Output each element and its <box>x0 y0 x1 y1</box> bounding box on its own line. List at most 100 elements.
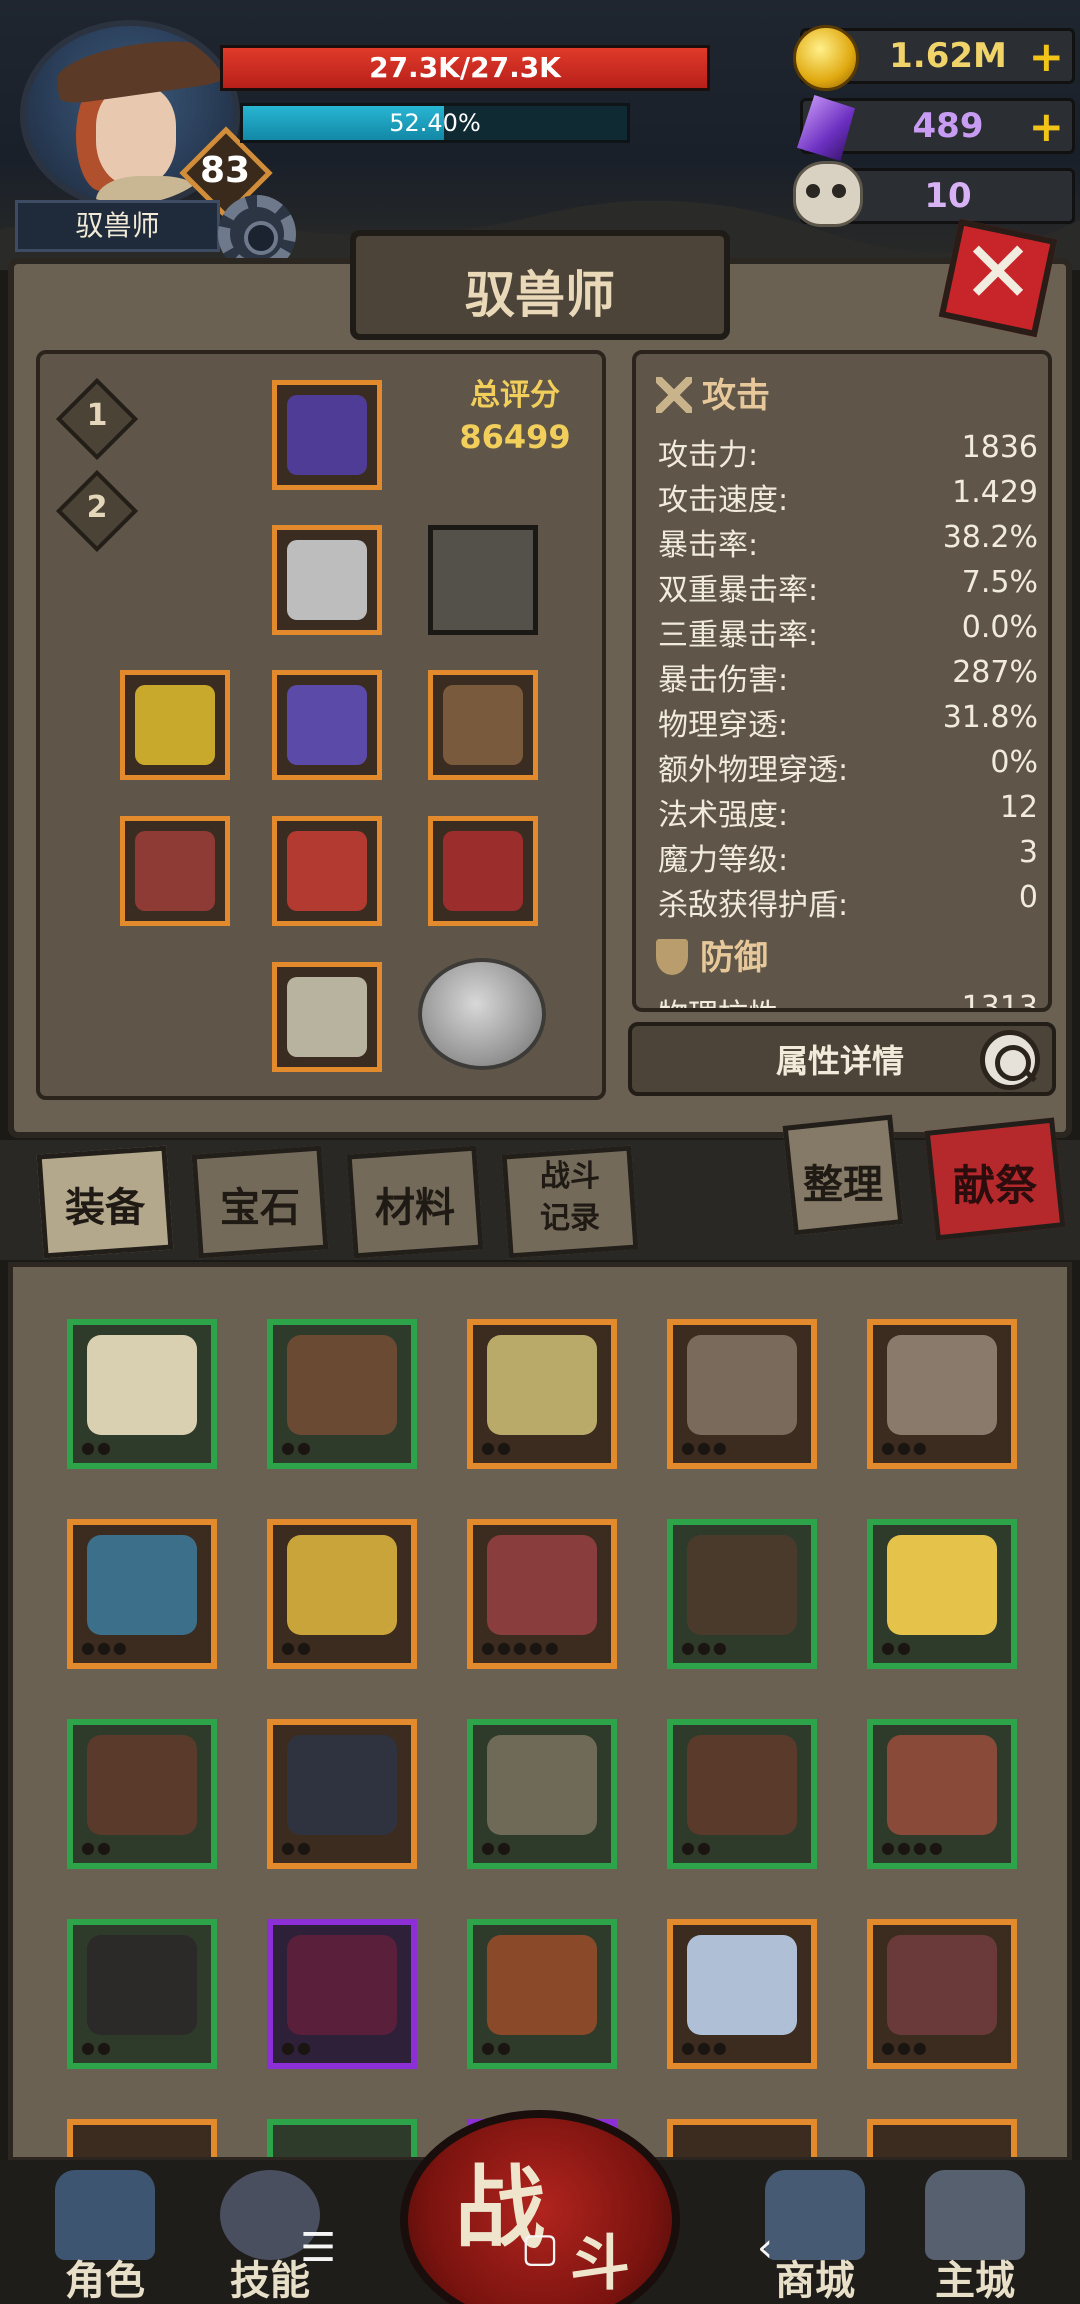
inventory-item[interactable]: ●● <box>267 1719 417 1869</box>
belt-icon <box>287 685 367 765</box>
equip-slot-boots[interactable] <box>272 962 382 1072</box>
stat-label: 双重暴击率: <box>658 573 819 608</box>
stat-value: 38.2% <box>942 520 1038 555</box>
inventory-item[interactable]: ●●● <box>867 1319 1017 1469</box>
equip-slot-amulet[interactable] <box>428 670 538 780</box>
boots-icon <box>287 977 367 1057</box>
equip-slot-weapon[interactable] <box>120 816 230 926</box>
equip-slot-necklace[interactable] <box>272 380 382 490</box>
inventory-item[interactable]: ●● <box>267 1319 417 1469</box>
magnifier-icon[interactable] <box>980 1030 1040 1090</box>
tab-equipment-label[interactable]: 装备 <box>40 1175 170 1233</box>
bracer-icon <box>135 685 215 765</box>
inventory-item[interactable]: ●● <box>67 1919 217 2069</box>
close-icon[interactable]: ✕ <box>958 228 1038 318</box>
loadout-1-label: 1 <box>86 398 108 433</box>
stat-label: 物理抗性: <box>658 998 788 1008</box>
attack-header: 攻击 <box>656 368 770 417</box>
gauntlet-icon <box>443 831 523 911</box>
equip-slot-armor[interactable] <box>272 525 382 635</box>
stat-value: 0 <box>1018 880 1038 915</box>
inventory-item[interactable] <box>867 2119 1017 2157</box>
inventory-item[interactable]: ●● <box>467 1319 617 1469</box>
inventory-item[interactable] <box>67 2119 217 2157</box>
belt-icon <box>487 1935 597 2035</box>
token-value: 10 <box>924 176 972 216</box>
add-crystal-button[interactable]: + <box>1029 104 1064 150</box>
add-gold-button[interactable]: + <box>1029 34 1064 80</box>
inventory-item[interactable]: ●● <box>67 1319 217 1469</box>
socket-dots: ●● <box>81 2038 113 2057</box>
stat-row: 法术强度: 12 <box>658 790 1038 834</box>
sort-label[interactable]: 整理 <box>788 1152 898 1210</box>
inventory-item[interactable]: ●●● <box>667 1919 817 2069</box>
stat-value: 287% <box>952 655 1038 690</box>
bracelet-icon <box>487 1335 597 1435</box>
nav-character-label: 角色 <box>65 2258 145 2304</box>
ring-slot-empty[interactable] <box>418 958 546 1070</box>
inventory-item[interactable]: ●●● <box>867 1919 1017 2069</box>
loadout-2-label: 2 <box>86 490 108 525</box>
system-back-button[interactable]: ‹ <box>735 2225 795 2271</box>
socket-dots: ●● <box>81 1438 113 1457</box>
equip-slot-offhand[interactable] <box>428 816 538 926</box>
token-counter: 10 <box>793 161 1075 227</box>
socket-dots: ●●● <box>681 2038 729 2057</box>
socket-dots: ●●● <box>81 1638 129 1657</box>
socket-dots: ●●●● <box>881 1838 945 1857</box>
stat-label: 暴击率: <box>658 528 759 563</box>
socket-dots: ●● <box>281 2038 313 2057</box>
equip-slot-pants[interactable] <box>272 816 382 926</box>
inventory-item[interactable]: ●● <box>267 1519 417 1669</box>
stat-value: 0% <box>990 745 1038 780</box>
gold-value: 1.62M <box>889 36 1007 76</box>
belt-icon <box>687 1735 797 1835</box>
inventory-item[interactable]: ●●●●● <box>467 1519 617 1669</box>
stat-value: 7.5% <box>961 565 1038 600</box>
inventory-item[interactable]: ●●● <box>67 1519 217 1669</box>
inventory-item[interactable] <box>267 2119 417 2157</box>
stat-row: 物理抗性: 1313 <box>658 990 1038 1008</box>
attribute-details-label[interactable]: 属性详情 <box>700 1036 980 1082</box>
inventory-grid: ●● ●● ●● ●●● ●●● ●●● ●● ●●●●● ●●● ●● ●● … <box>8 1262 1072 2162</box>
gloves-icon <box>487 1735 597 1835</box>
stat-value: 31.8% <box>942 700 1038 735</box>
inventory-item[interactable] <box>667 2119 817 2157</box>
tab-gems-label[interactable]: 宝石 <box>195 1175 325 1233</box>
equip-slot-bracer[interactable] <box>120 670 230 780</box>
inventory-item[interactable]: ●● <box>67 1719 217 1869</box>
inventory-item[interactable]: ●● <box>267 1919 417 2069</box>
inventory-item[interactable]: ●●● <box>667 1319 817 1469</box>
stat-label: 三重暴击率: <box>658 618 819 653</box>
inventory-item[interactable]: ●● <box>467 1719 617 1869</box>
socket-dots: ●●● <box>681 1638 729 1657</box>
equip-slot-empty[interactable] <box>428 525 538 635</box>
score-label: 总评分 <box>470 378 560 413</box>
nav-main-city[interactable]: 主城 <box>915 2170 1035 2304</box>
stat-value: 1.429 <box>952 475 1038 510</box>
shard-icon <box>687 1935 797 2035</box>
crossbow-icon <box>687 1335 797 1435</box>
offering-label[interactable]: 献祭 <box>930 1152 1060 1213</box>
system-home-button[interactable]: ▢ <box>510 2225 570 2271</box>
socket-dots: ●● <box>81 1838 113 1857</box>
nav-character[interactable]: 角色 <box>45 2170 165 2304</box>
character-icon <box>55 2170 155 2260</box>
inventory-item[interactable]: ●●● <box>667 1519 817 1669</box>
tab-materials-label[interactable]: 材料 <box>350 1175 480 1233</box>
system-menu-button[interactable]: ☰ <box>288 2225 348 2271</box>
tab-battle-log-label-2[interactable]: 记录 <box>505 1200 635 1238</box>
inventory-item[interactable]: ●● <box>467 1919 617 2069</box>
inventory-item[interactable]: ●●●● <box>867 1719 1017 1869</box>
stat-label: 攻击力: <box>658 438 759 473</box>
inventory-item[interactable]: ●● <box>667 1719 817 1869</box>
stat-value: 1836 <box>961 430 1038 465</box>
tab-battle-log-label-1[interactable]: 战斗 <box>505 1158 635 1196</box>
belt-icon <box>87 1735 197 1835</box>
inventory-item[interactable]: ●● <box>867 1519 1017 1669</box>
socket-dots: ●● <box>481 2038 513 2057</box>
equip-slot-belt[interactable] <box>272 670 382 780</box>
stat-row: 额外物理穿透: 0% <box>658 745 1038 789</box>
defense-header: 防御 <box>656 930 768 979</box>
cloak-icon <box>287 1935 397 2035</box>
